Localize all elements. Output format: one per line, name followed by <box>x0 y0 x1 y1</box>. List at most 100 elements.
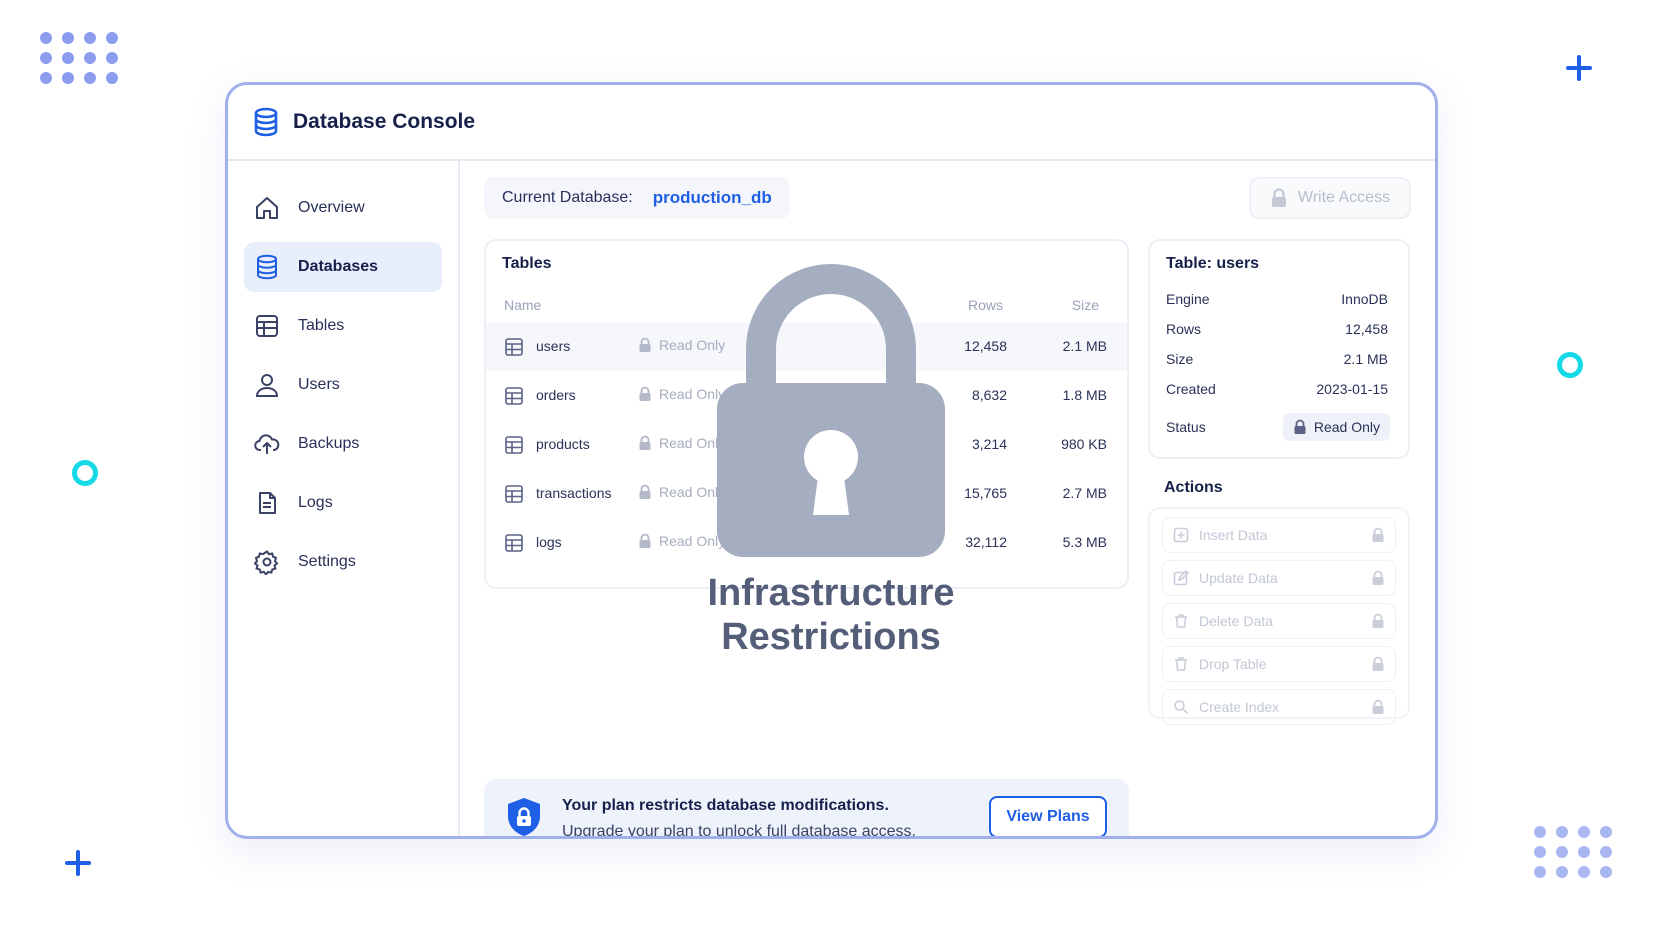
table-name: orders <box>536 387 576 403</box>
lock-icon <box>639 386 651 401</box>
lock-icon <box>1372 613 1384 628</box>
read-only-badge: Read Only <box>638 435 725 451</box>
column-header-size[interactable]: Size <box>1072 297 1099 313</box>
detail-value: 2.1 MB <box>1343 351 1388 367</box>
read-only-badge: Read Only <box>638 484 725 500</box>
sidebar-item-label: Backups <box>298 435 360 452</box>
sidebar-item-label: Logs <box>298 494 333 511</box>
decorative-ring-icon <box>1557 352 1583 378</box>
detail-label: Rows <box>1166 321 1202 337</box>
table-row-count: 15,765 <box>964 485 1007 501</box>
sidebar-item-overview[interactable]: Overview <box>244 183 442 233</box>
banner-title: Your plan restricts database modificatio… <box>562 797 889 814</box>
create-index-button[interactable]: Create Index <box>1162 689 1396 725</box>
detail-label: Status <box>1166 419 1206 435</box>
lock-icon <box>639 337 651 352</box>
decorative-ring-icon <box>72 460 98 486</box>
update-data-button[interactable]: Update Data <box>1162 560 1396 596</box>
table-icon <box>256 315 278 337</box>
lock-icon <box>1372 570 1384 585</box>
table-name: logs <box>536 534 562 550</box>
table-row-count: 32,112 <box>965 534 1007 550</box>
lock-icon <box>1372 527 1384 542</box>
table-name: products <box>536 436 590 452</box>
table-row-count: 8,632 <box>971 387 1007 403</box>
column-header-name[interactable]: Name <box>504 297 541 313</box>
cloud-upload-icon <box>254 434 280 454</box>
table-size: 980 KB <box>1061 436 1107 452</box>
sidebar-item-users[interactable]: Users <box>244 360 442 410</box>
decorative-dots-bottom-right <box>1534 826 1614 878</box>
sidebar-item-databases[interactable]: Databases <box>244 242 442 292</box>
table-size: 1.8 MB <box>1062 387 1107 403</box>
detail-label: Created <box>1166 381 1216 397</box>
app-title: Database Console <box>293 110 476 133</box>
lock-icon <box>639 484 651 499</box>
table-icon <box>505 387 523 405</box>
banner-subtitle: Upgrade your plan to unlock full databas… <box>562 823 916 839</box>
sidebar-item-label: Overview <box>298 199 365 216</box>
gear-icon <box>254 550 279 575</box>
drop-table-button[interactable]: Drop Table <box>1162 646 1396 682</box>
lock-icon <box>1294 419 1306 434</box>
write-access-button[interactable]: Write Access <box>1249 177 1411 219</box>
detail-label: Engine <box>1166 291 1210 307</box>
table-size: 2.7 MB <box>1062 485 1107 501</box>
sidebar-item-label: Settings <box>298 553 356 570</box>
sidebar-item-backups[interactable]: Backups <box>244 419 442 469</box>
actions-title: Actions <box>1164 479 1223 496</box>
tables-title: Tables <box>502 255 552 272</box>
actions-card: Insert Data Update Data Delete Data Drop… <box>1148 507 1410 725</box>
table-row-count: 12,458 <box>964 338 1007 354</box>
sidebar-item-settings[interactable]: Settings <box>244 537 442 587</box>
table-details-title: Table: users <box>1166 255 1260 272</box>
table-details-card: Table: users Engine InnoDB Rows 12,458 S… <box>1148 239 1410 459</box>
trash-icon <box>1175 614 1187 628</box>
sidebar-item-label: Databases <box>298 258 379 275</box>
padlock-icon <box>717 264 945 557</box>
view-plans-button[interactable]: View Plans <box>989 796 1107 836</box>
read-only-badge: Read Only <box>638 337 725 353</box>
detail-label: Size <box>1166 351 1194 367</box>
shield-lock-icon <box>508 798 540 836</box>
decorative-plus-icon <box>1566 55 1592 81</box>
edit-icon <box>1173 570 1189 586</box>
current-database-label: Current Database: <box>502 189 633 206</box>
trash-icon <box>1175 657 1187 671</box>
insert-data-button[interactable]: Insert Data <box>1162 517 1396 553</box>
column-header-rows[interactable]: Rows <box>968 297 1003 313</box>
user-icon <box>255 374 279 397</box>
delete-data-button[interactable]: Delete Data <box>1162 603 1396 639</box>
lock-icon <box>639 435 651 450</box>
upgrade-banner: Your plan restricts database modificatio… <box>484 779 1129 839</box>
file-icon <box>259 492 276 514</box>
table-name: transactions <box>536 485 612 501</box>
table-icon <box>505 436 523 454</box>
detail-value: 2023-01-15 <box>1316 381 1388 397</box>
sidebar-item-label: Tables <box>298 317 345 334</box>
console-window: Database Console Overview Databases Tabl… <box>225 82 1438 839</box>
lock-icon <box>1271 188 1286 207</box>
table-icon <box>505 338 523 356</box>
table-icon <box>505 485 523 503</box>
lock-icon <box>639 533 651 548</box>
status-badge: Read Only <box>1282 413 1390 441</box>
write-access-label: Write Access <box>1297 189 1391 206</box>
detail-value: 12,458 <box>1345 321 1388 337</box>
restriction-overlay-text: Infrastructure Restrictions <box>707 572 955 658</box>
table-icon <box>505 534 523 552</box>
sidebar-item-logs[interactable]: Logs <box>244 478 442 528</box>
sidebar-item-tables[interactable]: Tables <box>244 301 442 351</box>
read-only-badge: Read Only <box>638 386 725 402</box>
decorative-dots-top-left <box>40 32 120 84</box>
table-row-count: 3,214 <box>971 436 1007 452</box>
plus-square-icon <box>1173 527 1189 543</box>
table-size: 5.3 MB <box>1062 534 1107 550</box>
detail-value: InnoDB <box>1341 291 1388 307</box>
main-panel: Current Database: production_db Write Ac… <box>460 161 1435 836</box>
database-icon <box>254 107 278 137</box>
decorative-plus-icon <box>65 850 91 876</box>
current-database-value[interactable]: production_db <box>653 188 772 208</box>
database-icon <box>257 254 277 280</box>
title-bar: Database Console <box>228 85 1435 161</box>
